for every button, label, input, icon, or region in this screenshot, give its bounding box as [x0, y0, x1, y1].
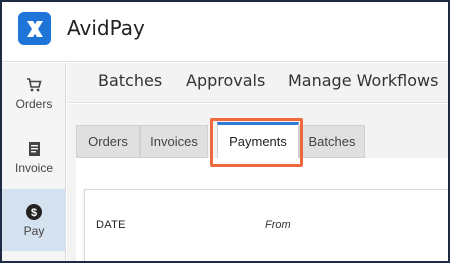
from-label: From — [265, 219, 291, 231]
sidebar-item-label: Orders — [15, 96, 53, 111]
svg-text:$: $ — [31, 207, 37, 219]
app-title: AvidPay — [67, 16, 145, 40]
cart-icon — [25, 76, 43, 94]
date-label: DATE — [96, 219, 126, 231]
sidebar-item-pay[interactable]: $ Pay — [2, 189, 66, 251]
tab-batches[interactable]: Batches — [299, 125, 365, 158]
nav-manage-workflows[interactable]: Manage Workflows — [288, 71, 438, 90]
sidebar-item-orders[interactable]: Orders — [2, 63, 66, 123]
app-window: AvidPay Orders Invoice $ Pay Batches App… — [0, 0, 450, 263]
filter-card: DATE From — [84, 189, 448, 261]
sidebar: Orders Invoice $ Pay — [2, 63, 66, 261]
tab-invoices[interactable]: Invoices — [140, 125, 208, 158]
sidebar-item-label: Invoice — [14, 160, 54, 175]
x-logo-icon[interactable] — [18, 12, 51, 45]
nav-batches[interactable]: Batches — [98, 71, 162, 90]
sidebar-item-label: Pay — [23, 223, 45, 238]
nav-approvals[interactable]: Approvals — [186, 71, 265, 90]
tab-payments[interactable]: Payments — [217, 122, 299, 158]
app-header: AvidPay — [2, 2, 448, 62]
document-icon — [25, 140, 43, 158]
top-nav: Batches Approvals Manage Workflows — [67, 63, 448, 103]
sidebar-item-invoice[interactable]: Invoice — [2, 127, 66, 187]
tab-orders[interactable]: Orders — [76, 125, 140, 158]
dollar-icon: $ — [25, 203, 43, 221]
